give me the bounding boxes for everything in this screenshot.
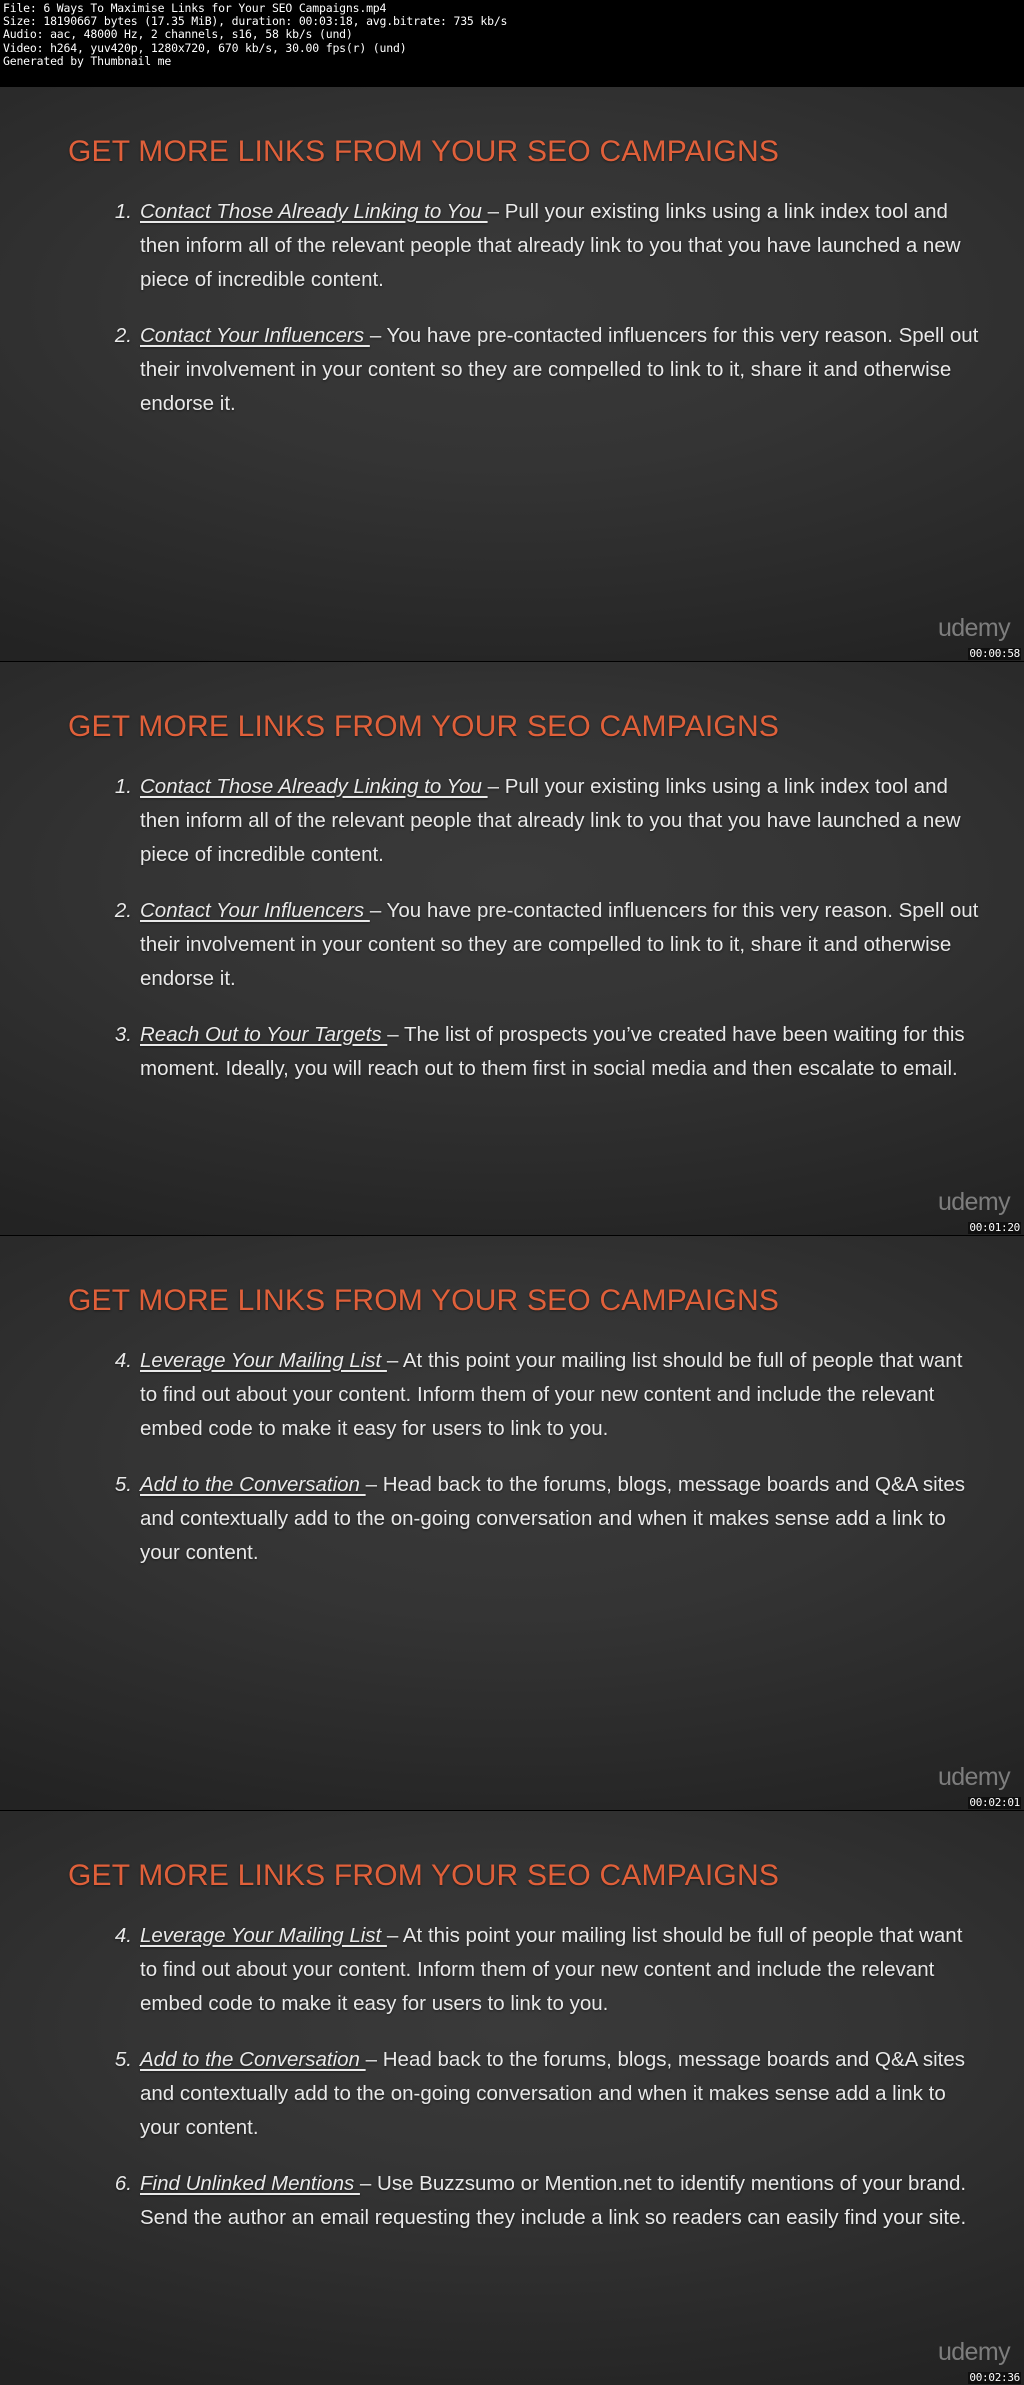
- list-item-lead: Contact Your Influencers: [140, 898, 370, 922]
- slide-content: GET MORE LINKS FROM YOUR SEO CAMPAIGNS 4.…: [0, 1811, 1024, 2385]
- udemy-watermark: udemy: [937, 613, 1011, 642]
- frame-timestamp: 00:01:20: [968, 1221, 1021, 1234]
- list-item-number: 5.: [114, 2047, 132, 2071]
- slide-content: GET MORE LINKS FROM YOUR SEO CAMPAIGNS 1.…: [0, 87, 1024, 661]
- list-item: 6. Find Unlinked Mentions – Use Buzzsumo …: [100, 2167, 980, 2235]
- list-item-lead: Add to the Conversation: [140, 2047, 366, 2071]
- numbered-point-list: 4. Leverage Your Mailing List – At this p…: [100, 1919, 980, 2235]
- frame-timestamp: 00:02:36: [968, 2371, 1021, 2384]
- metadata-line-5: Generated by Thumbnail me: [3, 53, 172, 68]
- metadata-line-4: Video: h264, yuv420p, 1280x720, 670 kb/s…: [3, 40, 407, 55]
- list-item: 2. Contact Your Influencers – You have pr…: [100, 894, 980, 996]
- list-item-number: 1.: [114, 774, 132, 798]
- frame-timestamp: 00:02:01: [968, 1795, 1021, 1809]
- numbered-point-list: 1. Contact Those Already Linking to You –…: [100, 770, 980, 1086]
- list-item-lead: Leverage Your Mailing List: [140, 1349, 387, 1372]
- list-item-lead: Reach Out to Your Targets: [140, 1022, 388, 1046]
- list-item-number: 4.: [114, 1923, 132, 1947]
- slide-title: GET MORE LINKS FROM YOUR SEO CAMPAIGNS: [68, 1858, 780, 1892]
- list-item: 1. Contact Those Already Linking to You –…: [100, 195, 980, 297]
- frame-timestamp: 00:00:58: [968, 646, 1021, 660]
- video-frame-thumbnail[interactable]: GET MORE LINKS FROM YOUR SEO CAMPAIGNS 4.…: [0, 1810, 1024, 2385]
- list-item-lead: Contact Your Influencers: [140, 324, 370, 347]
- list-item-number: 2.: [114, 898, 132, 922]
- list-item-lead: Contact Those Already Linking to You: [140, 774, 488, 798]
- metadata-line-3: Audio: aac, 48000 Hz, 2 channels, s16, 5…: [3, 27, 353, 42]
- slide-title: GET MORE LINKS FROM YOUR SEO CAMPAIGNS: [68, 709, 780, 743]
- thumbnail-contact-sheet: GET MORE LINKS FROM YOUR SEO CAMPAIGNS 1.…: [0, 87, 1024, 2385]
- list-item-lead: Contact Those Already Linking to You: [140, 200, 488, 223]
- list-item-number: 5.: [114, 1473, 132, 1496]
- list-item-lead: Find Unlinked Mentions: [140, 2171, 360, 2195]
- list-item-lead: Leverage Your Mailing List: [140, 1923, 387, 1947]
- udemy-watermark: udemy: [937, 1188, 1011, 1216]
- numbered-point-list: 1. Contact Those Already Linking to You –…: [100, 195, 980, 421]
- udemy-watermark: udemy: [937, 2338, 1011, 2366]
- numbered-point-list: 4. Leverage Your Mailing List – At this p…: [100, 1344, 980, 1570]
- udemy-watermark: udemy: [937, 1762, 1011, 1791]
- list-item: 5. Add to the Conversation – Head back to…: [100, 2043, 980, 2145]
- slide-title: GET MORE LINKS FROM YOUR SEO CAMPAIGNS: [68, 135, 780, 168]
- list-item-number: 3.: [114, 1022, 132, 1046]
- list-item-lead: Add to the Conversation: [140, 1473, 366, 1496]
- list-item-number: 6.: [114, 2171, 132, 2195]
- list-item: 4. Leverage Your Mailing List – At this p…: [100, 1919, 980, 2021]
- video-frame-thumbnail[interactable]: GET MORE LINKS FROM YOUR SEO CAMPAIGNS 1.…: [0, 87, 1024, 662]
- list-item-number: 1.: [114, 200, 132, 223]
- list-item: 2. Contact Your Influencers – You have pr…: [100, 319, 980, 421]
- list-item: 1. Contact Those Already Linking to You –…: [100, 770, 980, 872]
- video-metadata-header: File: 6 Ways To Maximise Links for Your …: [0, 0, 1024, 87]
- list-item: 5. Add to the Conversation – Head back to…: [100, 1468, 980, 1570]
- slide-content: GET MORE LINKS FROM YOUR SEO CAMPAIGNS 4.…: [0, 1236, 1024, 1810]
- list-item: 3. Reach Out to Your Targets – The list o…: [100, 1018, 980, 1086]
- list-item-number: 2.: [114, 324, 132, 347]
- slide-title: GET MORE LINKS FROM YOUR SEO CAMPAIGNS: [68, 1284, 780, 1317]
- video-frame-thumbnail[interactable]: GET MORE LINKS FROM YOUR SEO CAMPAIGNS 1.…: [0, 661, 1024, 1236]
- list-item: 4. Leverage Your Mailing List – At this p…: [100, 1344, 980, 1446]
- slide-content: GET MORE LINKS FROM YOUR SEO CAMPAIGNS 1.…: [0, 662, 1024, 1236]
- list-item-number: 4.: [114, 1349, 132, 1372]
- video-frame-thumbnail[interactable]: GET MORE LINKS FROM YOUR SEO CAMPAIGNS 4.…: [0, 1236, 1024, 1811]
